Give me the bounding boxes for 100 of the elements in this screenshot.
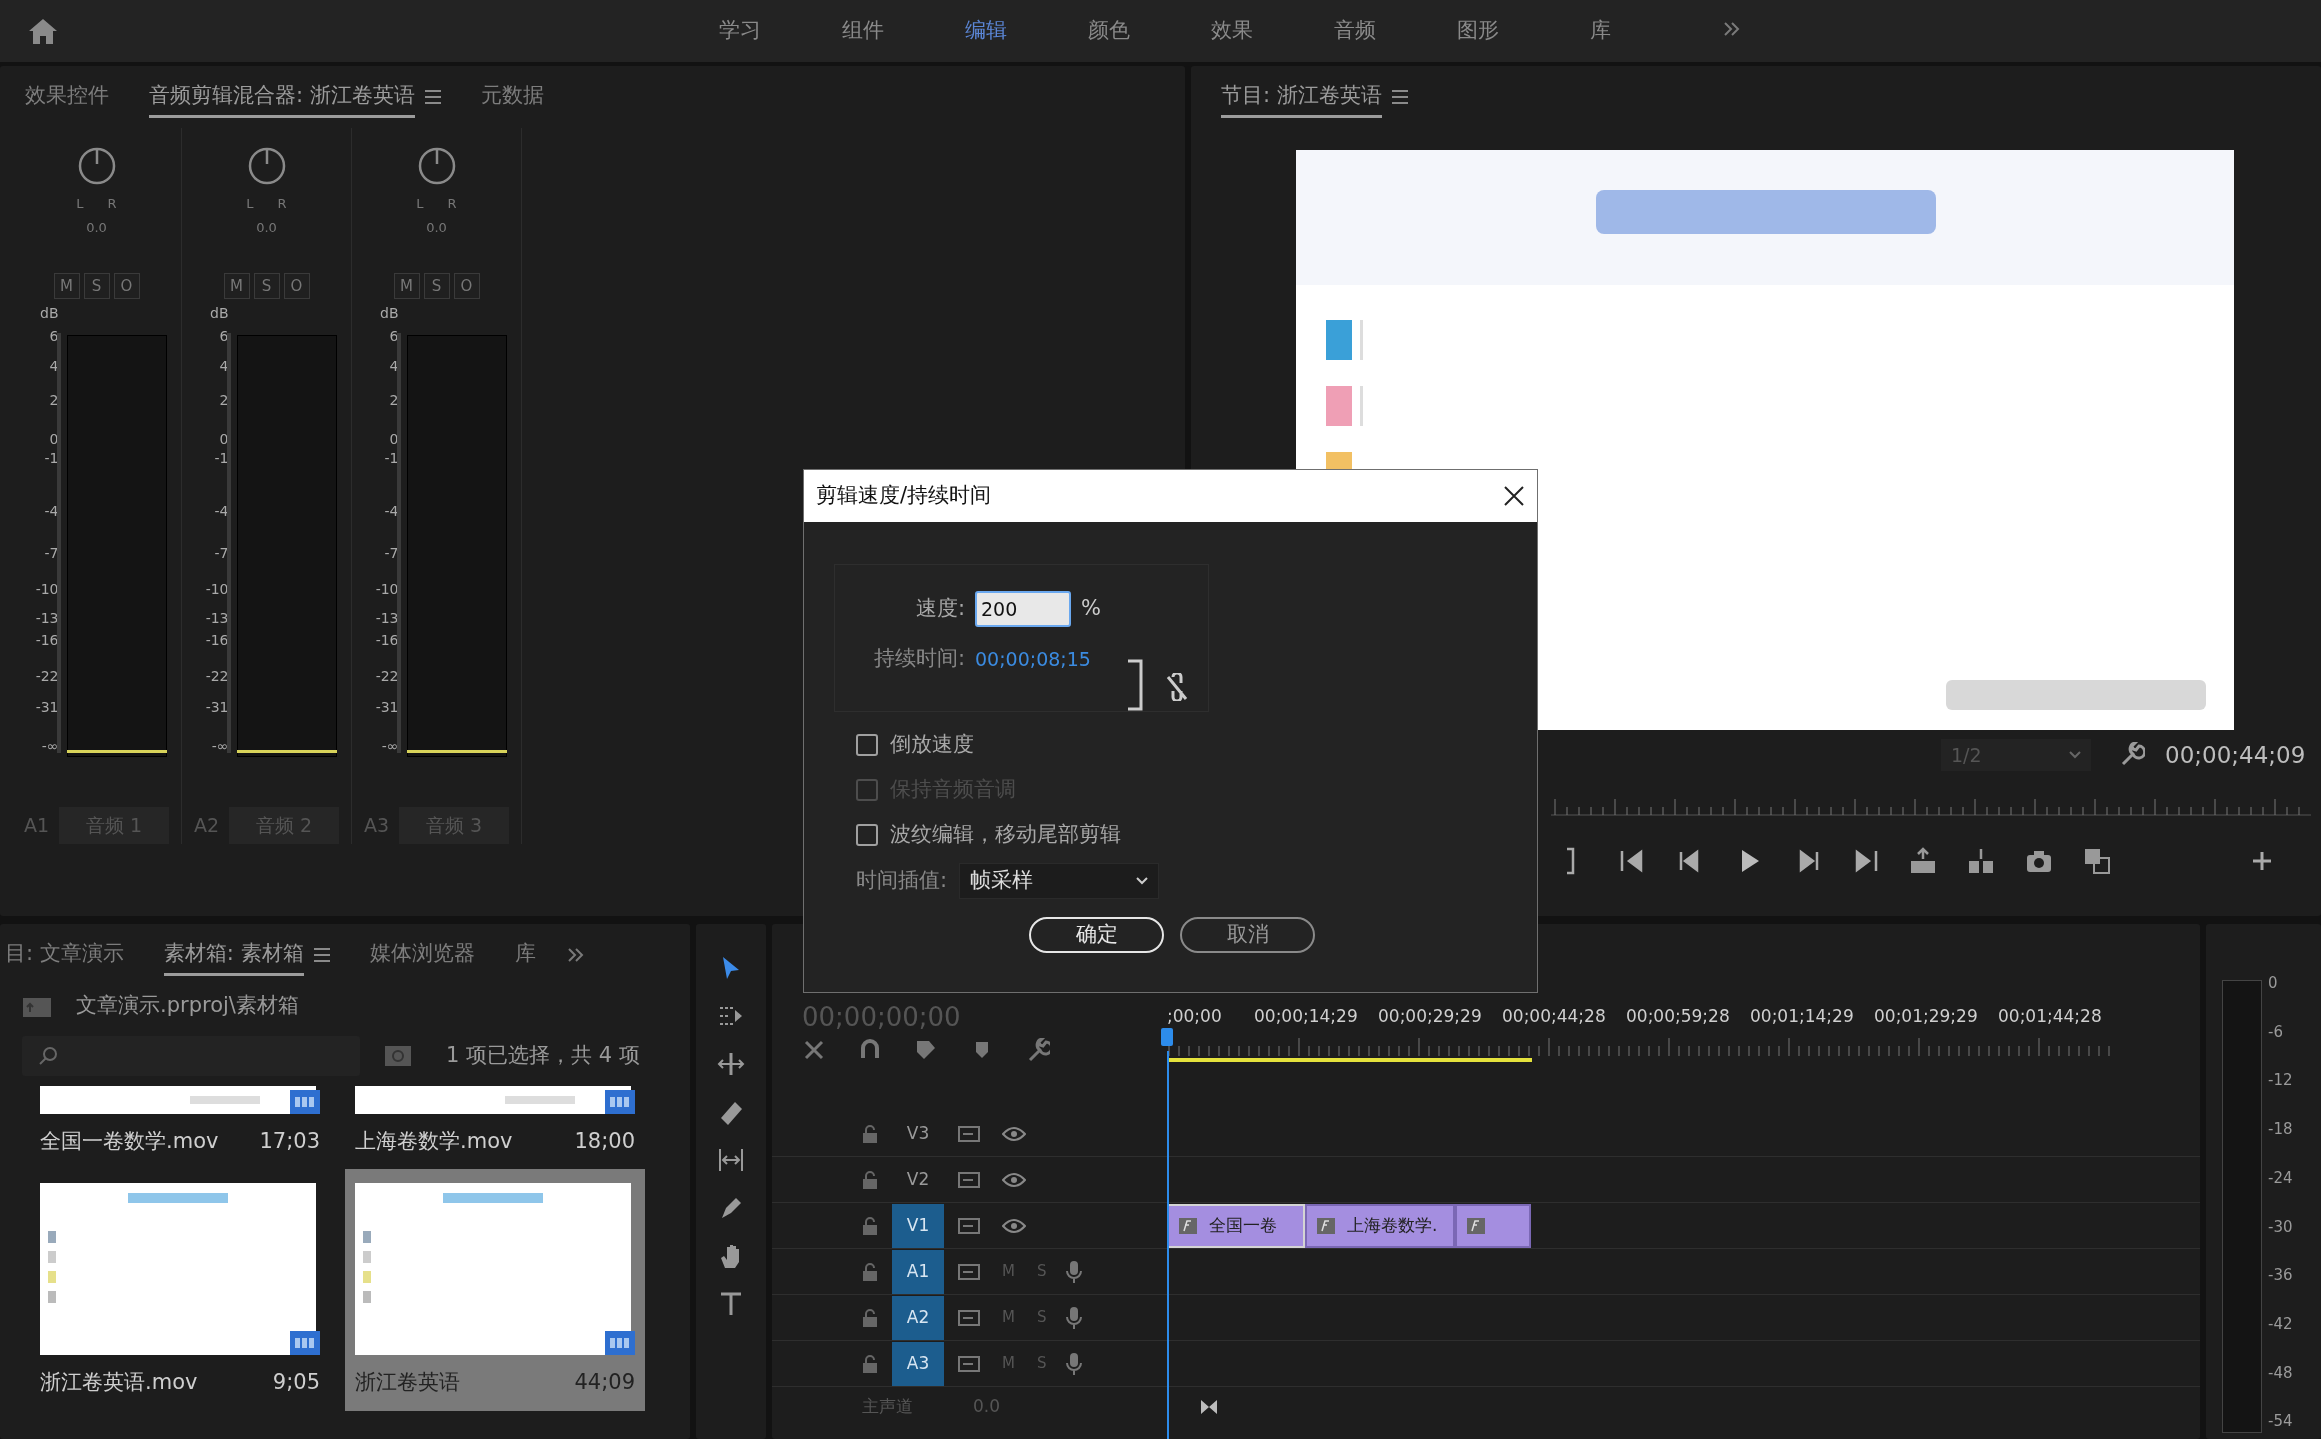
workspace-tab[interactable]: 编辑 — [924, 9, 1047, 53]
pan-value[interactable]: 0.0 — [426, 217, 447, 237]
pan-left-label: L — [416, 195, 424, 213]
timeline-clip[interactable] — [1455, 1203, 1531, 1248]
sync-lock-icon[interactable] — [958, 1170, 980, 1189]
ruler-label: 00;00;44;28 — [1502, 1005, 1607, 1028]
clip-thumbnail-card[interactable]: 浙江卷英语.mov 9;05 — [30, 1169, 330, 1411]
panel-tab[interactable]: 素材箱: 素材箱 — [163, 933, 304, 977]
pan-knob-icon[interactable] — [246, 146, 287, 186]
lock-icon[interactable] — [862, 1216, 878, 1235]
sync-lock-icon[interactable] — [958, 1308, 980, 1327]
track-target[interactable]: V1 — [892, 1203, 944, 1248]
checkbox[interactable] — [856, 823, 878, 846]
mute-button[interactable]: M — [1002, 1256, 1015, 1287]
sync-lock-icon[interactable] — [958, 1354, 980, 1373]
track-target[interactable]: A2 — [892, 1295, 944, 1340]
pan-value[interactable]: 0.0 — [86, 217, 107, 237]
sync-lock-icon[interactable] — [958, 1124, 980, 1143]
sync-lock-icon[interactable] — [958, 1216, 980, 1235]
menu-icon[interactable] — [424, 90, 441, 104]
channel-toggle-button[interactable]: S — [423, 273, 450, 299]
lock-icon[interactable] — [862, 1262, 878, 1281]
lock-icon[interactable] — [862, 1354, 878, 1373]
pan-knob-icon[interactable] — [76, 146, 117, 186]
panel-tab[interactable]: 目: 文章演示 — [5, 933, 124, 977]
close-icon[interactable] — [1503, 485, 1525, 507]
timecode[interactable]: 00;00;00;00 — [772, 1004, 1167, 1030]
timecode[interactable]: 00;00;44;09 — [2165, 738, 2306, 773]
master-value[interactable]: 0.0 — [973, 1394, 1001, 1420]
workspace-tab[interactable]: 音频 — [1293, 9, 1416, 53]
track-target[interactable]: V2 — [892, 1157, 944, 1202]
slip-icon[interactable] — [717, 1146, 745, 1174]
workspace-tab[interactable]: 效果 — [1170, 9, 1293, 53]
microphone-icon[interactable] — [1066, 1305, 1083, 1330]
add-icon[interactable] — [2251, 849, 2273, 872]
panel-tab[interactable]: 效果控件 — [25, 75, 109, 119]
channel-toggle-button[interactable]: M — [223, 273, 250, 299]
track-target[interactable]: A1 — [892, 1249, 944, 1294]
pan-knob-icon[interactable] — [416, 146, 457, 186]
clip-thumbnail-card[interactable]: 全国一卷数学.mov 17;03 — [30, 1085, 330, 1169]
panel-tab[interactable]: 库 — [514, 933, 536, 977]
channel-toggle-button[interactable]: S — [253, 273, 280, 299]
pan-value[interactable]: 0.0 — [256, 217, 277, 237]
extract-icon[interactable] — [1967, 846, 1995, 875]
channel-toggle-button[interactable]: M — [393, 273, 420, 299]
panel-tab[interactable]: 音频剪辑混合器: 浙江卷英语 — [149, 75, 415, 119]
eye-icon[interactable] — [1002, 1217, 1026, 1234]
channel-toggle-button[interactable]: O — [113, 273, 140, 299]
speed-input[interactable]: 200 — [975, 591, 1071, 627]
ripple-edit-icon[interactable] — [717, 1050, 745, 1078]
panel-tab[interactable]: 元数据 — [480, 75, 544, 119]
settings-icon[interactable] — [1026, 1038, 1050, 1062]
checkbox[interactable] — [856, 733, 878, 756]
eye-icon[interactable] — [1002, 1125, 1026, 1142]
clip-duration: 17;03 — [259, 1127, 320, 1155]
workspace-tab[interactable]: 颜色 — [1047, 9, 1170, 53]
lock-icon[interactable] — [862, 1170, 878, 1189]
channel-toggle-button[interactable]: O — [453, 273, 480, 299]
channel-toggle-button[interactable]: M — [53, 273, 80, 299]
clip-thumbnail-card[interactable]: 上海卷数学.mov 18;00 — [345, 1085, 645, 1169]
microphone-icon[interactable] — [1066, 1351, 1083, 1376]
channel-toggle-button[interactable]: S — [83, 273, 110, 299]
menu-icon[interactable] — [313, 948, 330, 962]
sync-lock-icon[interactable] — [958, 1262, 980, 1281]
cancel-button[interactable]: 取消 — [1180, 917, 1315, 953]
unlink-icon[interactable] — [1165, 673, 1189, 701]
timeline-clip[interactable]: 上海卷数学. — [1305, 1203, 1455, 1248]
ok-button[interactable]: 确定 — [1029, 917, 1164, 953]
compare-icon[interactable] — [2083, 846, 2111, 875]
interpolation-dropdown[interactable]: 帧采样 — [959, 863, 1160, 899]
track-target[interactable]: A3 — [892, 1341, 944, 1386]
ruler-label: 00;00;14;29 — [1254, 1005, 1359, 1028]
home-icon[interactable] — [28, 17, 58, 45]
solo-button[interactable]: S — [1036, 1302, 1047, 1333]
clip-thumbnail-card[interactable]: 浙江卷英语 44;09 — [345, 1169, 645, 1411]
track-target[interactable]: V3 — [892, 1111, 944, 1156]
solo-button[interactable]: S — [1036, 1256, 1047, 1287]
eye-icon[interactable] — [1002, 1171, 1026, 1188]
search-field[interactable] — [22, 1035, 360, 1076]
workspace-tab[interactable]: 组件 — [801, 9, 924, 53]
solo-button[interactable]: S — [1036, 1348, 1047, 1379]
panel-tab[interactable]: 媒体浏览器 — [369, 933, 475, 977]
scale-label: 2 — [389, 390, 399, 410]
microphone-icon[interactable] — [1066, 1259, 1083, 1284]
lift-icon[interactable] — [1909, 846, 1937, 875]
workspace-tab[interactable]: 库 — [1539, 9, 1662, 53]
mute-button[interactable]: M — [1002, 1302, 1015, 1333]
workspace-tab[interactable]: 图形 — [1416, 9, 1539, 53]
mute-button[interactable]: M — [1002, 1348, 1015, 1379]
duration-value[interactable]: 00;00;08;15 — [975, 644, 1091, 673]
lock-icon[interactable] — [862, 1124, 878, 1143]
workspace-tab[interactable]: 学习 — [678, 9, 801, 53]
panel-tab[interactable]: 节目: 浙江卷英语 — [1221, 75, 1382, 119]
zoom-handle-icon[interactable] — [1200, 1399, 1219, 1415]
lock-icon[interactable] — [862, 1308, 878, 1327]
pan-right-label: R — [447, 195, 457, 213]
pan-left-label: L — [246, 195, 254, 213]
menu-icon[interactable] — [1391, 90, 1408, 104]
timeline-clip[interactable]: 全国一卷 — [1167, 1203, 1305, 1248]
channel-toggle-button[interactable]: O — [283, 273, 310, 299]
